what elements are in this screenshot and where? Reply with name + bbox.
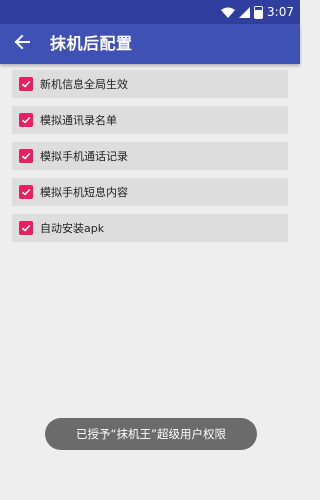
checkbox[interactable] bbox=[19, 149, 33, 163]
setting-label: 模拟手机短息内容 bbox=[40, 186, 128, 199]
setting-global-device-info[interactable]: 新机信息全局生效 bbox=[12, 70, 288, 98]
status-icons: 3:07 bbox=[221, 0, 294, 24]
battery-icon bbox=[254, 5, 264, 19]
toast-message: 已授予“抹机王”超级用户权限 bbox=[45, 418, 257, 450]
checkmark-icon bbox=[21, 224, 31, 232]
setting-auto-install-apk[interactable]: 自动安装apk bbox=[12, 214, 288, 242]
back-button[interactable] bbox=[12, 34, 32, 54]
checkmark-icon bbox=[21, 152, 31, 160]
status-bar: 3:07 bbox=[0, 0, 300, 24]
page-title: 抹机后配置 bbox=[50, 34, 133, 53]
setting-label: 模拟通讯录名单 bbox=[40, 114, 117, 127]
setting-label: 新机信息全局生效 bbox=[40, 78, 128, 91]
checkbox[interactable] bbox=[19, 77, 33, 91]
cell-signal-icon bbox=[239, 6, 251, 18]
setting-label: 模拟手机通话记录 bbox=[40, 150, 128, 163]
app-bar: 抹机后配置 bbox=[0, 24, 300, 64]
battery-empty-portion bbox=[255, 6, 263, 10]
setting-simulate-call-log[interactable]: 模拟手机通话记录 bbox=[12, 142, 288, 170]
arrow-left-icon bbox=[14, 34, 30, 54]
setting-simulate-contacts[interactable]: 模拟通讯录名单 bbox=[12, 106, 288, 134]
wifi-icon bbox=[221, 7, 236, 18]
setting-label: 自动安装apk bbox=[40, 222, 105, 235]
checkbox[interactable] bbox=[19, 221, 33, 235]
checkbox[interactable] bbox=[19, 185, 33, 199]
setting-simulate-sms[interactable]: 模拟手机短息内容 bbox=[12, 178, 288, 206]
checkmark-icon bbox=[21, 116, 31, 124]
checkmark-icon bbox=[21, 80, 31, 88]
status-time: 3:07 bbox=[267, 5, 294, 19]
settings-list: 新机信息全局生效 模拟通讯录名单 模拟手机通话记录 模拟手机短息内容 自动安装a… bbox=[12, 70, 288, 250]
checkbox[interactable] bbox=[19, 113, 33, 127]
checkmark-icon bbox=[21, 188, 31, 196]
